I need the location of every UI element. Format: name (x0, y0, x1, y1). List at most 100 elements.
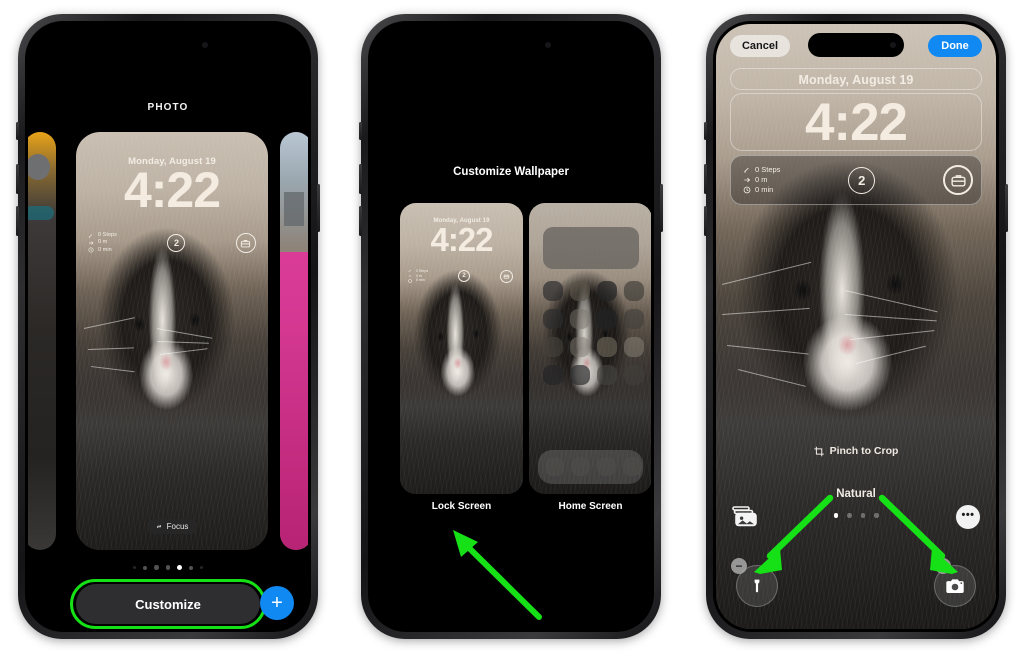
home-app-icon (597, 365, 617, 385)
editor-steps-value: 0 Steps (755, 165, 781, 175)
distance-row: 0 m (88, 239, 117, 246)
count-widget[interactable]: 2 (167, 234, 186, 253)
minutes-value: 0 min (98, 246, 112, 253)
home-screen-preview-card[interactable] (529, 203, 651, 494)
current-wallpaper-card[interactable]: Monday, August 19 4:22 0 Steps 0 m 0 min… (76, 132, 268, 550)
phone-3-screen: Cancel Done Monday, August 19 4:22 0 Ste… (716, 24, 996, 629)
shoe-icon-preview (408, 270, 411, 273)
editor-date: Monday, August 19 (798, 73, 914, 87)
pinch-to-crop-label: Pinch to Crop (829, 445, 899, 457)
arrow-icon (89, 241, 94, 245)
customize-wallpaper-title: Customize Wallpaper (453, 166, 569, 178)
mute-switch-3[interactable] (704, 122, 707, 140)
done-button[interactable]: Done (928, 35, 982, 57)
phone-2-screen: Customize Wallpaper Monday, August 19 4:… (371, 24, 651, 629)
home-app-icon (570, 281, 590, 301)
front-camera-icon-2 (545, 42, 551, 48)
home-app-icon (624, 337, 644, 357)
home-dock (538, 450, 643, 484)
clock-icon-editor (743, 186, 751, 194)
green-arrow-to-camera (878, 494, 958, 574)
date-field-box[interactable]: Monday, August 19 (730, 68, 982, 90)
home-app-icon (597, 281, 617, 301)
power-button[interactable] (317, 184, 320, 232)
preview-widget-row: 0 Steps 0 m 0 min 2 (408, 269, 513, 283)
mute-switch[interactable] (16, 122, 19, 140)
clock-icon-preview (408, 279, 412, 283)
phone-1-bezel: PHOTO Monday, August 19 4:22 0 Steps 0 m… (25, 21, 311, 632)
dynamic-island-2 (463, 33, 559, 57)
minutes-row: 0 min (88, 247, 117, 254)
steps-value: 0 Steps (98, 232, 117, 238)
home-app-icon (597, 309, 617, 329)
lock-screen-time: 4:22 (123, 162, 221, 218)
phone-2-bezel: Customize Wallpaper Monday, August 19 4:… (368, 21, 654, 632)
briefcase-icon-preview (503, 274, 510, 279)
editor-count-widget[interactable]: 2 (848, 166, 876, 194)
editor-distance-row: 0 m (743, 175, 780, 185)
editor-time: 4:22 (804, 93, 908, 152)
home-app-icon (570, 309, 590, 329)
pinch-to-crop-hint: Pinch to Crop (814, 445, 899, 457)
preview-count-widget: 2 (458, 270, 471, 283)
preview-time: 4:22 (430, 221, 493, 258)
home-app-icon (597, 337, 617, 357)
dock-app-icon (623, 457, 642, 476)
green-highlight-ring (70, 579, 266, 629)
distance-value: 0 m (98, 239, 108, 246)
focus-link-icon (157, 524, 162, 529)
switcher-header-label: PHOTO (147, 102, 189, 113)
arrow-icon-preview (408, 275, 412, 277)
focus-pill[interactable]: Focus (146, 519, 198, 534)
briefcase-widget[interactable] (235, 233, 256, 254)
briefcase-icon (241, 239, 251, 247)
widgets-field-box[interactable]: 0 Steps 0 m 0 min 2 (730, 155, 982, 205)
home-app-icon (570, 337, 590, 357)
dock-app-icon (545, 457, 564, 476)
cancel-button[interactable]: Cancel (730, 35, 790, 57)
focus-label: Focus (166, 522, 189, 531)
briefcase-icon-editor (950, 174, 966, 187)
home-app-icon (543, 337, 563, 357)
clock-icon (88, 247, 94, 253)
preview-briefcase-widget (500, 269, 513, 283)
home-screen-preview-label: Home Screen (558, 501, 623, 512)
editor-distance-value: 0 m (755, 175, 768, 185)
volume-up-button-3[interactable] (704, 164, 707, 194)
arrow-icon-editor (744, 177, 751, 183)
editor-topbar: Cancel Done (716, 35, 996, 57)
phone-1-lock-screen-switcher: PHOTO Monday, August 19 4:22 0 Steps 0 m… (16, 14, 320, 639)
lock-screen-preview-label: Lock Screen (431, 501, 492, 512)
volume-down-button[interactable] (16, 206, 19, 236)
screenshot-root: PHOTO Monday, August 19 4:22 0 Steps 0 m… (0, 0, 1024, 653)
shoe-icon (88, 233, 93, 238)
power-button-3[interactable] (1005, 184, 1008, 232)
editor-steps-row: 0 Steps (743, 165, 780, 175)
preview-minutes-value: 0 min (416, 278, 425, 283)
home-app-icon (543, 309, 563, 329)
add-wallpaper-button[interactable]: + (260, 586, 294, 620)
activity-widget[interactable]: 0 Steps 0 m 0 min (88, 232, 117, 254)
volume-up-button-2[interactable] (359, 164, 362, 194)
front-camera-icon (202, 42, 208, 48)
volume-up-button[interactable] (16, 164, 19, 194)
editor-briefcase-widget[interactable] (943, 165, 973, 195)
home-app-icon (624, 281, 644, 301)
preview-minutes-row: 0 min (408, 278, 428, 283)
phone-3-bezel: Cancel Done Monday, August 19 4:22 0 Ste… (713, 21, 999, 632)
mute-switch-2[interactable] (359, 122, 362, 140)
next-wallpaper-peek[interactable] (280, 132, 308, 550)
lock-screen-preview-card[interactable]: Monday, August 19 4:22 0 Steps 0 m 0 min… (400, 203, 523, 494)
volume-down-button-3[interactable] (704, 206, 707, 236)
volume-down-button-2[interactable] (359, 206, 362, 236)
power-button-2[interactable] (660, 184, 663, 232)
editor-widget-row: 0 Steps 0 m 0 min 2 (731, 156, 981, 204)
preview-activity-widget: 0 Steps 0 m 0 min (408, 269, 428, 283)
dock-app-icon (597, 457, 616, 476)
home-app-icon (570, 365, 590, 385)
wallpaper-page-dots[interactable] (28, 565, 308, 570)
time-field-box[interactable]: 4:22 (730, 93, 982, 152)
lock-screen-widget-row: 0 Steps 0 m 0 min 2 (88, 232, 256, 254)
editor-activity-widget[interactable]: 0 Steps 0 m 0 min (743, 165, 780, 195)
previous-wallpaper-peek[interactable] (28, 132, 56, 550)
